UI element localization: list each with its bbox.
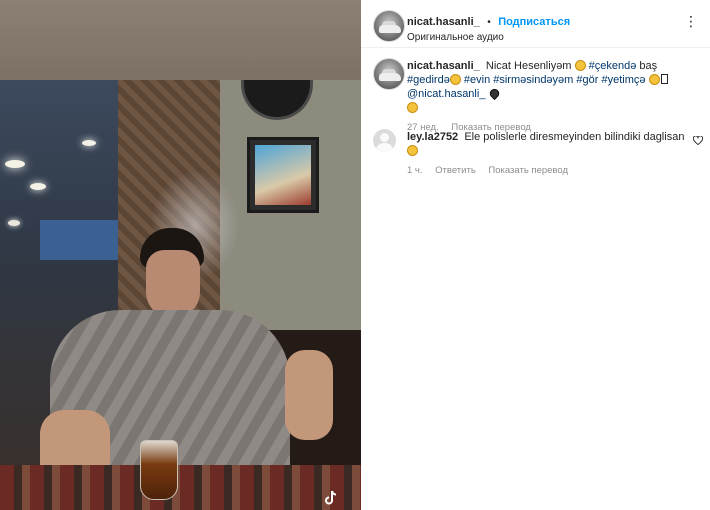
framed-picture xyxy=(247,137,319,213)
caption-text: baş xyxy=(639,60,658,72)
comment: ley.la2752 Ele polislerle diresmeyinden … xyxy=(407,130,692,178)
commenter-avatar[interactable] xyxy=(373,129,396,152)
comment-text: Ele polislerle diresmeyinden bilindiki d… xyxy=(464,131,685,143)
like-comment-heart-icon[interactable] xyxy=(693,136,703,145)
follow-button[interactable]: Подписаться xyxy=(498,16,570,28)
hashtag-link[interactable]: #gör xyxy=(576,74,598,86)
ceiling-light xyxy=(30,183,46,190)
person-face xyxy=(146,250,200,318)
post-photo xyxy=(0,80,361,510)
black-heart-icon xyxy=(487,86,501,101)
caption-author-username[interactable]: nicat.hasanli_ xyxy=(407,60,480,72)
commenter-username[interactable]: ley.la2752 xyxy=(407,131,458,143)
ceiling-light xyxy=(82,140,96,146)
grinning-emoji-icon xyxy=(407,145,418,156)
post-side-panel: nicat.hasanli_ • Подписаться Оригинально… xyxy=(361,0,710,510)
post-caption: nicat.hasanli_ Nicat Hesenliyəm #çekendə… xyxy=(407,59,697,135)
hashtag-link[interactable]: #sirməsindəyəm xyxy=(493,74,573,86)
caption-text: Nicat Hesenliyəm xyxy=(485,60,572,72)
author-avatar[interactable] xyxy=(373,10,405,42)
comment-translate-button[interactable]: Показать перевод xyxy=(488,165,568,176)
smiling-emoji-icon xyxy=(407,102,418,113)
caption-author-avatar[interactable] xyxy=(373,58,405,90)
hashtag-link[interactable]: #çekendə xyxy=(589,60,637,72)
tea-glass xyxy=(140,440,178,500)
post-media[interactable] xyxy=(0,0,361,510)
patterned-table xyxy=(0,465,361,510)
more-options-icon[interactable]: ⋮ xyxy=(684,14,698,28)
hashtag-link[interactable]: #gedirdə xyxy=(407,74,450,86)
person-arm xyxy=(285,350,333,440)
tiktok-icon xyxy=(325,490,337,505)
ceiling-light xyxy=(5,160,25,168)
hashtag-link[interactable]: #yetimçə xyxy=(602,74,646,86)
mention-link[interactable]: @nicat.hasanli_ xyxy=(407,88,485,100)
grinning-emoji-icon xyxy=(449,74,461,85)
media-letterbox-top xyxy=(0,0,361,80)
comment-meta: 1 ч. Ответить Показать перевод xyxy=(407,164,692,178)
post-header: nicat.hasanli_ • Подписаться Оригинально… xyxy=(361,0,710,48)
original-audio-link[interactable]: Оригинальное аудио xyxy=(407,32,504,43)
reply-button[interactable]: Ответить xyxy=(435,165,476,176)
ceiling-light xyxy=(8,220,20,226)
comment-timestamp[interactable]: 1 ч. xyxy=(407,165,423,176)
grinning-emoji-icon xyxy=(574,60,586,71)
hashtag-link[interactable]: #evin xyxy=(464,74,490,86)
background-window xyxy=(40,220,120,260)
missing-glyph-icon xyxy=(660,74,668,84)
grinning-emoji-icon xyxy=(648,74,660,85)
